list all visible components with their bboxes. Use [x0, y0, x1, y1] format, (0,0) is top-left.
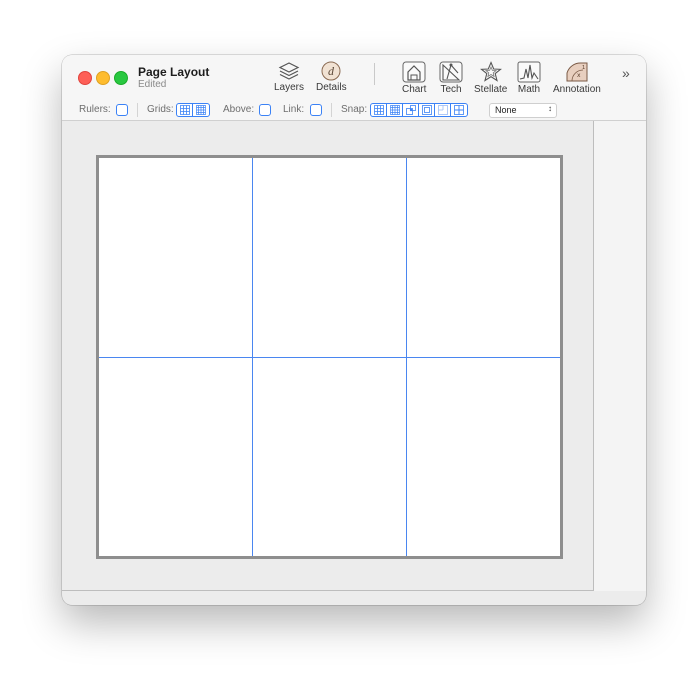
- math-wave-icon: [517, 61, 541, 83]
- rulers-checkbox[interactable]: [116, 104, 128, 116]
- grid-minor-toggle[interactable]: [193, 104, 209, 116]
- snap-center-toggle[interactable]: [435, 104, 451, 116]
- svg-text:d: d: [328, 64, 335, 78]
- snap-mode-popup[interactable]: None ↕: [489, 103, 557, 118]
- tech-label: Tech: [440, 84, 462, 95]
- zoom-window-button[interactable]: [114, 71, 128, 85]
- snap-bounds-toggle[interactable]: [419, 104, 435, 116]
- options-separator: [331, 103, 332, 117]
- grid-major-icon: [180, 105, 190, 115]
- snap-guides-toggle[interactable]: [451, 104, 467, 116]
- snap-fine-grid-icon: [390, 105, 400, 115]
- canvas-area[interactable]: [62, 121, 594, 591]
- rulers-label: Rulers:: [79, 104, 111, 115]
- stellate-label: Stellate: [474, 84, 508, 95]
- details-button[interactable]: d Details: [316, 61, 347, 93]
- options-bar: Rulers: Grids: Above: Link: Snap: None ↕: [62, 100, 646, 121]
- snap-bounds-icon: [422, 105, 432, 115]
- chart-house-icon: [402, 61, 426, 83]
- snap-label: Snap:: [341, 104, 368, 115]
- above-checkbox[interactable]: [259, 104, 271, 116]
- link-label: Link:: [283, 104, 305, 115]
- math-label: Math: [517, 84, 541, 95]
- close-window-button[interactable]: [78, 71, 92, 85]
- app-window: Page Layout Edited Layers d Details Char…: [62, 55, 646, 605]
- details-label: Details: [316, 82, 347, 93]
- chart-label: Chart: [402, 84, 427, 95]
- document-title: Page Layout: [138, 65, 210, 79]
- snap-segmented-control[interactable]: [370, 103, 468, 117]
- snap-guides-icon: [454, 105, 464, 115]
- grids-label: Grids:: [147, 104, 174, 115]
- layers-button[interactable]: Layers: [274, 61, 304, 93]
- grid-major-toggle[interactable]: [177, 104, 193, 116]
- page-canvas[interactable]: [96, 155, 563, 559]
- grid-minor-icon: [196, 105, 206, 115]
- toolbar-separator: [374, 63, 375, 85]
- toolbar-overflow-button[interactable]: »: [622, 65, 630, 81]
- annotation-protractor-icon: x 1: [566, 62, 588, 82]
- document-status: Edited: [138, 79, 167, 90]
- inspector-sidebar: [594, 121, 646, 591]
- math-button[interactable]: Math: [517, 61, 541, 95]
- star-icon: [479, 61, 502, 82]
- snap-center-icon: [438, 105, 448, 115]
- layers-label: Layers: [274, 82, 305, 93]
- annotation-button[interactable]: x 1 Annotation: [553, 61, 601, 95]
- svg-text:x: x: [577, 72, 581, 79]
- minimize-window-button[interactable]: [96, 71, 110, 85]
- above-label: Above:: [223, 104, 255, 115]
- svg-text:1: 1: [582, 65, 585, 71]
- link-checkbox[interactable]: [310, 104, 322, 116]
- layers-icon: [278, 62, 300, 80]
- snap-mode-value: None: [495, 105, 517, 115]
- snap-grid-icon: [374, 105, 384, 115]
- title-bar: Page Layout Edited Layers d Details Char…: [62, 55, 646, 100]
- stellate-button[interactable]: Stellate: [474, 61, 507, 95]
- details-d-icon: d: [321, 61, 341, 81]
- annotation-label: Annotation: [553, 84, 601, 95]
- snap-points-icon: [406, 105, 416, 115]
- snap-points-toggle[interactable]: [403, 104, 419, 116]
- tech-compass-icon: [439, 61, 463, 83]
- snap-grid-toggle[interactable]: [371, 104, 387, 116]
- popup-arrows-icon: ↕: [548, 104, 552, 113]
- snap-fine-grid-toggle[interactable]: [387, 104, 403, 116]
- grid-line-horizontal: [99, 357, 560, 358]
- tech-button[interactable]: Tech: [439, 61, 463, 95]
- options-separator: [137, 103, 138, 117]
- grids-segmented-control[interactable]: [176, 103, 210, 117]
- chart-button[interactable]: Chart: [402, 61, 426, 95]
